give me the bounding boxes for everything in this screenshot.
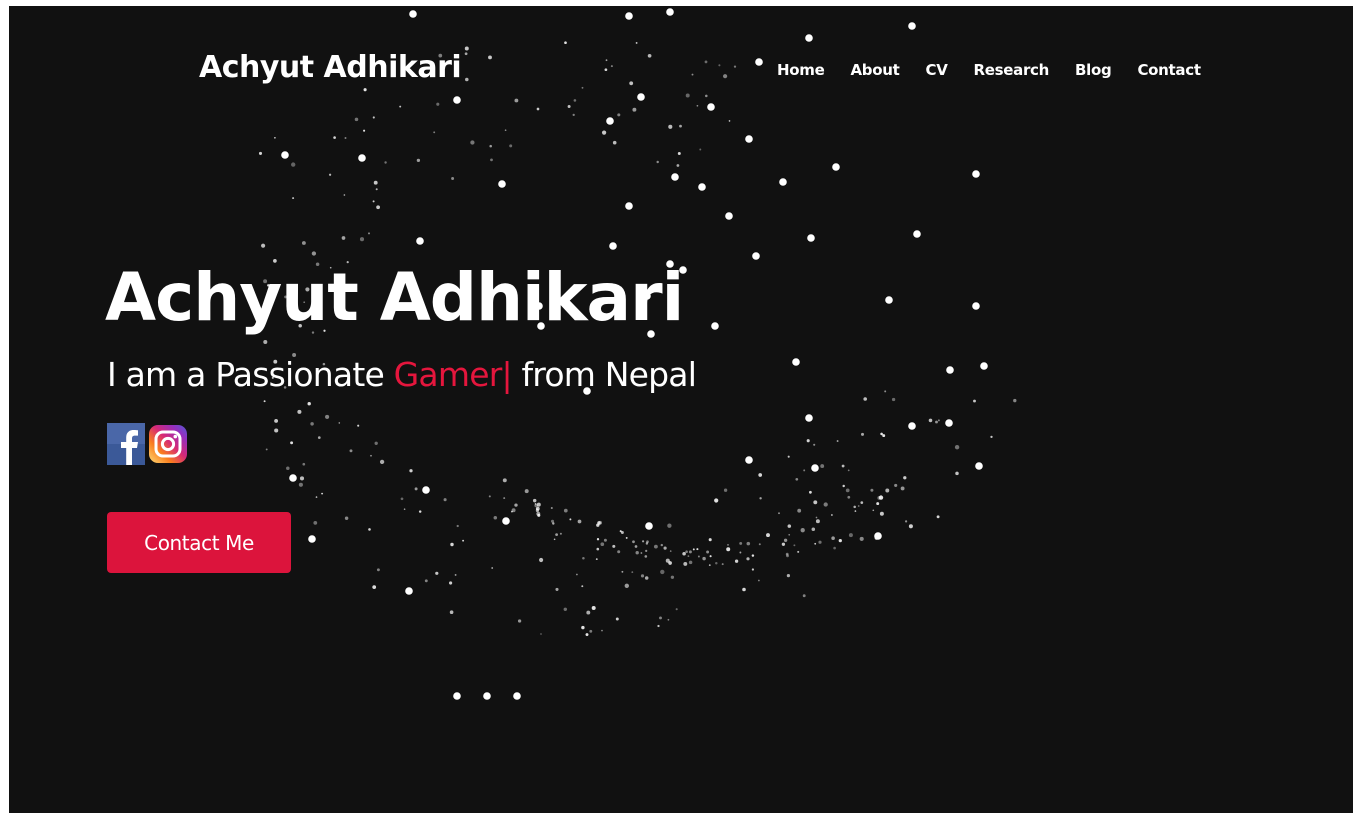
nav-about[interactable]: About bbox=[850, 61, 899, 79]
page: Achyut Adhikari Home About CV Research B… bbox=[9, 6, 1353, 813]
hero-title: Achyut Adhikari bbox=[105, 259, 684, 336]
nav-cv[interactable]: CV bbox=[925, 61, 947, 79]
site-brand[interactable]: Achyut Adhikari bbox=[199, 50, 462, 85]
instagram-icon[interactable] bbox=[149, 423, 187, 465]
nav-contact[interactable]: Contact bbox=[1137, 61, 1201, 79]
facebook-icon[interactable] bbox=[107, 423, 145, 465]
main-nav: Home About CV Research Blog Contact bbox=[777, 61, 1201, 79]
hero-subtitle: I am a Passionate Gamer| from Nepal bbox=[107, 353, 697, 397]
subtitle-prefix: I am a Passionate bbox=[107, 355, 394, 394]
particle-background bbox=[258, 8, 1017, 700]
social-links bbox=[107, 423, 187, 465]
nav-research[interactable]: Research bbox=[974, 61, 1050, 79]
contact-me-button[interactable]: Contact Me bbox=[107, 512, 291, 573]
nav-blog[interactable]: Blog bbox=[1075, 61, 1112, 79]
nav-home[interactable]: Home bbox=[777, 61, 825, 79]
subtitle-suffix: from Nepal bbox=[511, 355, 697, 394]
typed-word: Gamer| bbox=[393, 355, 513, 394]
